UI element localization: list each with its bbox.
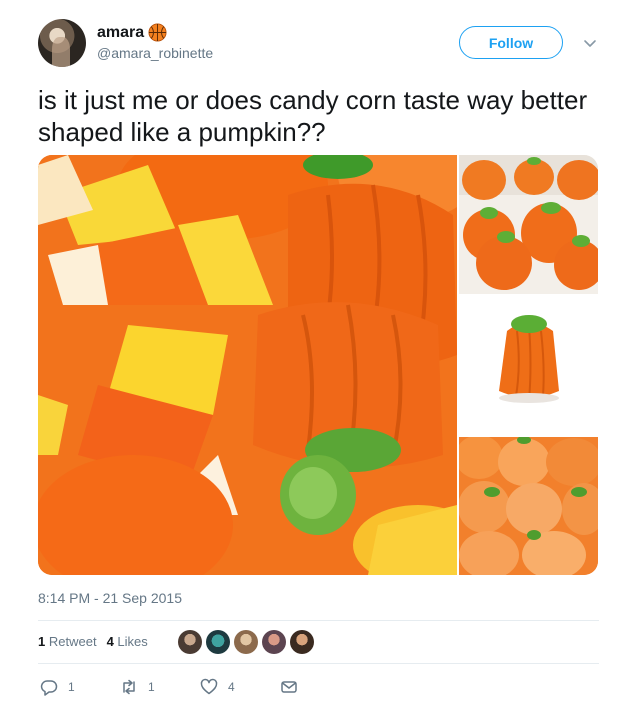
liker-avatar[interactable] bbox=[262, 630, 286, 654]
reply-icon bbox=[40, 680, 58, 696]
reply-button[interactable]: 1 bbox=[40, 678, 75, 696]
likes-count: 4 bbox=[106, 634, 114, 649]
retweet-button[interactable]: 1 bbox=[120, 678, 155, 696]
photo-pumpkin-pile[interactable] bbox=[459, 437, 598, 575]
retweets-count: 1 bbox=[38, 634, 46, 649]
liker-avatars bbox=[178, 630, 314, 654]
like-count: 4 bbox=[228, 680, 235, 694]
follow-button[interactable]: Follow bbox=[459, 26, 563, 59]
retweets-stat[interactable]: 1 Retweet bbox=[38, 634, 97, 649]
likes-label: Likes bbox=[117, 634, 148, 649]
tweet-stats: 1 Retweet 4 Likes bbox=[38, 634, 148, 649]
direct-message-button[interactable] bbox=[280, 678, 298, 696]
media-grid bbox=[38, 155, 598, 575]
envelope-icon bbox=[281, 681, 297, 693]
photo-single-pumpkin[interactable] bbox=[459, 296, 598, 435]
photo-candy-corn-pumpkins[interactable] bbox=[38, 155, 457, 575]
chevron-down-icon[interactable] bbox=[583, 36, 597, 50]
tweet-timestamp[interactable]: 8:14 PM - 21 Sep 2015 bbox=[38, 590, 182, 606]
liker-avatar[interactable] bbox=[178, 630, 202, 654]
tweet: amara @amara_robinette Follow is it just… bbox=[0, 0, 637, 706]
user-handle[interactable]: @amara_robinette bbox=[97, 45, 213, 61]
heart-icon bbox=[200, 678, 218, 695]
photo-pumpkins-row[interactable] bbox=[459, 155, 598, 294]
like-button[interactable]: 4 bbox=[200, 678, 235, 696]
retweet-count: 1 bbox=[148, 680, 155, 694]
liker-avatar[interactable] bbox=[234, 630, 258, 654]
name-row: amara bbox=[97, 23, 167, 42]
retweets-label: Retweet bbox=[48, 634, 97, 649]
divider bbox=[38, 663, 599, 664]
basketball-icon bbox=[148, 23, 167, 42]
reply-count: 1 bbox=[68, 680, 75, 694]
tweet-text: is it just me or does candy corn taste w… bbox=[38, 85, 588, 147]
divider bbox=[38, 620, 599, 621]
avatar[interactable] bbox=[38, 19, 86, 67]
liker-avatar[interactable] bbox=[206, 630, 230, 654]
liker-avatar[interactable] bbox=[290, 630, 314, 654]
display-name[interactable]: amara bbox=[97, 24, 144, 42]
retweet-icon bbox=[123, 679, 135, 695]
likes-stat[interactable]: 4 Likes bbox=[107, 634, 148, 649]
